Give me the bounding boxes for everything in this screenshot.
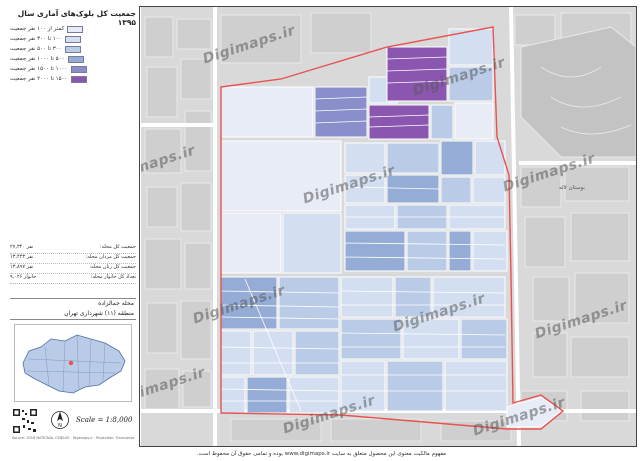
legend-item: ۱۰۰۰ تا ۱۵۰۰ نفر جمعیت bbox=[10, 64, 136, 74]
district-name: منطقه (۱۱) شهرداری تهران bbox=[64, 310, 134, 317]
legend-item-label: ۱۰۰۰ تا ۱۵۰۰ نفر جمعیت bbox=[10, 66, 68, 72]
legend-item-label: ۳۰۰ تا ۵۰۰ نفر جمعیت bbox=[10, 46, 62, 52]
stat-label: تعداد کل خانوار محله: bbox=[90, 274, 136, 280]
legend-panel: جمعیت کل بلوک‌های آماری سال ۱۳۹۵ کمتر از… bbox=[6, 6, 140, 447]
stat-row: ۱۳,۴۴۳ نفر جمعیت کل مردان محله: bbox=[10, 254, 136, 264]
locator-map-svg bbox=[22, 334, 126, 394]
footer-copyright: مفهوم مالکیت معنوی این محصول متعلق به سا… bbox=[196, 451, 447, 457]
legend-item-label: ۱۵۰۰ تا ۲۰۰۰ نفر جمعیت bbox=[10, 76, 68, 82]
map-label: بوستان لاله bbox=[559, 185, 585, 191]
city-outline bbox=[22, 334, 126, 394]
stat-label: جمعیت کل محله: bbox=[99, 244, 136, 250]
north-arrow-icon: N bbox=[51, 411, 69, 429]
stat-row: ۱۳,۸۹۷ نفر جمعیت کل زنان محله: bbox=[10, 264, 136, 274]
legend-swatch bbox=[64, 35, 81, 43]
stat-label: جمعیت کل زنان محله: bbox=[89, 264, 136, 270]
legend-swatch bbox=[70, 65, 87, 73]
stat-row: ۹,۰۲۶ خانوار تعداد کل خانوار محله: bbox=[10, 274, 136, 284]
stat-value: ۱۳,۸۹۷ نفر bbox=[10, 264, 34, 270]
location-marker bbox=[68, 360, 74, 366]
legend-swatch bbox=[70, 75, 87, 83]
qr-code-icon bbox=[12, 408, 38, 434]
stat-value: ۱۳,۴۴۳ نفر bbox=[10, 254, 34, 260]
legend-item: ۵۰۰ تا ۱۰۰۰ نفر جمعیت bbox=[10, 54, 136, 64]
bottom-info: N Scale = 1:8,000 Source: 2016 NATIONAL … bbox=[10, 406, 136, 444]
stat-label: جمعیت کل مردان محله: bbox=[85, 254, 136, 260]
locator-inset-map bbox=[14, 324, 132, 402]
scale-label: Scale = 1:8,000 bbox=[76, 416, 133, 424]
legend-swatch bbox=[64, 45, 81, 53]
stat-row: ۲۷,۳۴۰ نفر جمعیت کل محله: bbox=[10, 244, 136, 254]
stat-value: ۲۷,۳۴۰ نفر bbox=[10, 244, 34, 250]
legend-item: کمتر از ۱۰۰ نفر جمعیت bbox=[10, 24, 136, 34]
neighborhood-name: محله جمالزاده bbox=[98, 300, 134, 307]
stat-value: ۹,۰۲۶ خانوار bbox=[10, 274, 37, 280]
source-credit: Source: 2016 NATIONAL CENSUS · Digimaps.… bbox=[12, 436, 136, 440]
svg-text:N: N bbox=[58, 423, 62, 429]
legend-item-label: ۵۰۰ تا ۱۰۰۰ نفر جمعیت bbox=[10, 56, 65, 62]
legend-item: ۱۰۰ تا ۳۰۰ نفر جمعیت bbox=[10, 34, 136, 44]
legend-items: کمتر از ۱۰۰ نفر جمعیت ۱۰۰ تا ۳۰۰ نفر جمع… bbox=[10, 24, 136, 84]
legend-swatch bbox=[67, 55, 84, 63]
legend-item: ۱۵۰۰ تا ۲۰۰۰ نفر جمعیت bbox=[10, 74, 136, 84]
legend-item: ۳۰۰ تا ۵۰۰ نفر جمعیت bbox=[10, 44, 136, 54]
map-svg[interactable] bbox=[141, 7, 636, 446]
area-info: محله جمالزاده منطقه (۱۱) شهرداری تهران bbox=[10, 298, 136, 320]
legend-item-label: کمتر از ۱۰۰ نفر جمعیت bbox=[10, 26, 65, 32]
population-stats: ۲۷,۳۴۰ نفر جمعیت کل محله: ۱۳,۴۴۳ نفر جمعیت… bbox=[10, 244, 136, 284]
map-canvas[interactable]: بوستان لاله Digimaps.ir Digimaps.ir Digi… bbox=[141, 7, 636, 446]
legend-swatch bbox=[67, 25, 84, 33]
legend-item-label: ۱۰۰ تا ۳۰۰ نفر جمعیت bbox=[10, 36, 62, 42]
